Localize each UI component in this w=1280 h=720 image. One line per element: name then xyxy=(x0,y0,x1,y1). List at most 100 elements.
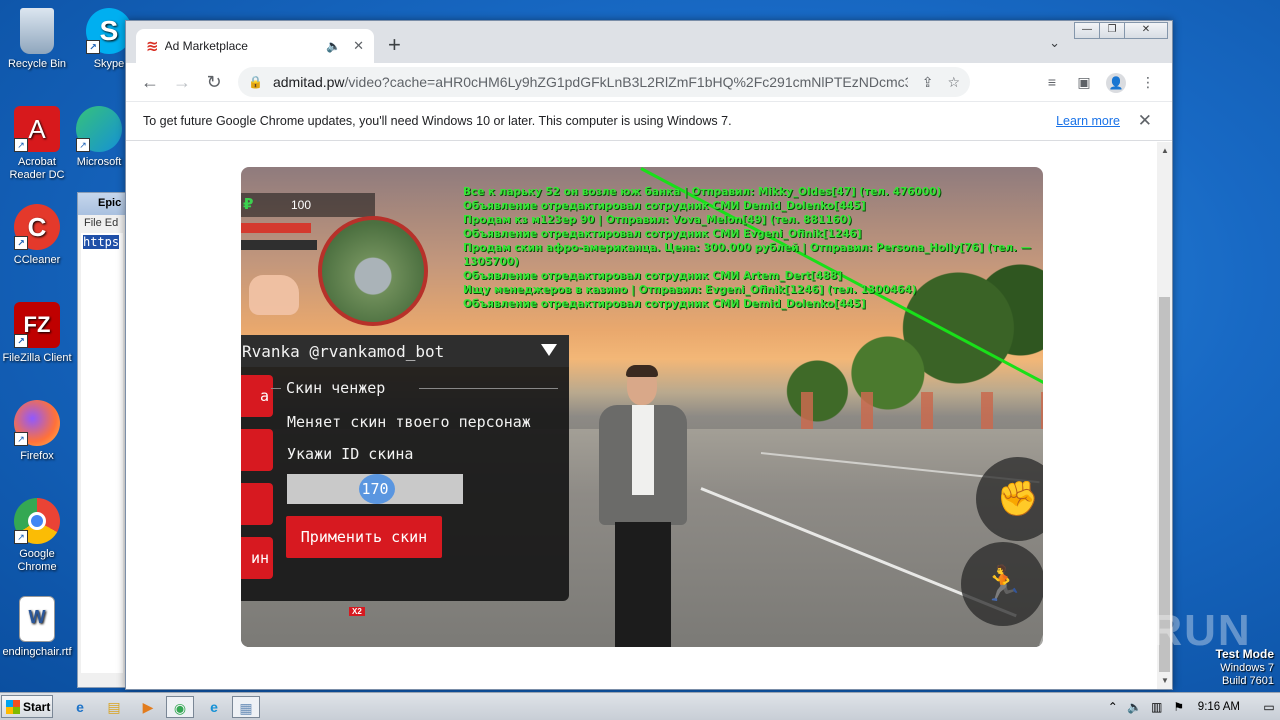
side-menu-button[interactable]: ин xyxy=(241,537,273,579)
address-bar[interactable]: 🔒 admitad.pw/video?cache=aHR0cHM6Ly9hZG1… xyxy=(238,67,970,97)
close-tab-icon[interactable]: ✕ xyxy=(353,38,364,54)
explorer-icon[interactable]: ▤ xyxy=(100,696,128,718)
reload-button[interactable]: ↻ xyxy=(198,66,230,98)
media-player-icon[interactable]: ▶ xyxy=(134,696,162,718)
taskbar: Start e ▤ ▶ ◉ e ▦ ⌃ 🔈 ▥ ⚑ 9:16 AM ▭ xyxy=(0,692,1280,720)
skin-id-label: Укажи ID скина xyxy=(287,445,414,463)
fist-weapon-icon xyxy=(249,275,299,315)
url-text[interactable]: admitad.pw/video?cache=aHR0cHM6Ly9hZG1pd… xyxy=(273,74,908,90)
game-chat: Все к ларьку 52 он возле юж банка | Отпр… xyxy=(463,185,1033,311)
new-tab-button[interactable]: + xyxy=(388,34,401,56)
side-menu-button[interactable]: а xyxy=(241,375,273,417)
start-button[interactable]: Start xyxy=(1,695,53,718)
hud-money: ₽ 100 xyxy=(241,193,375,217)
toolbar-actions: ≡ ▣ 👤 ⋮ xyxy=(1036,68,1164,96)
edge-icon[interactable]: e xyxy=(200,696,228,718)
toolbar: ← → ↻ 🔒 admitad.pw/video?cache=aHR0cHM6L… xyxy=(126,63,1172,101)
chat-line: Объявление отредактировал сотрудник СМИ … xyxy=(463,298,866,310)
maximize-button[interactable]: ❐ xyxy=(1099,22,1125,39)
notepad-title: Epic xyxy=(78,193,126,215)
mod-menu-title: Rvanka @rvankamod_bot xyxy=(242,342,445,361)
lock-icon[interactable]: 🔒 xyxy=(248,75,263,89)
hud-status-bars xyxy=(241,223,317,265)
scroll-up-icon[interactable]: ▲ xyxy=(1161,146,1169,155)
forward-button[interactable]: → xyxy=(166,66,198,98)
volume-icon[interactable]: 🔈 xyxy=(1124,700,1146,714)
ruble-icon: ₽ xyxy=(243,196,254,213)
mod-menu-header[interactable]: Rvanka @rvankamod_bot xyxy=(241,335,569,367)
ie-icon[interactable]: e xyxy=(66,696,94,718)
player-character xyxy=(599,365,689,647)
fence-scenery xyxy=(801,392,1043,432)
window-controls: — ❐ ✕ xyxy=(1074,22,1168,39)
desktop-icon-chrome[interactable]: ↗ Google Chrome xyxy=(0,498,74,574)
word-doc-icon: W xyxy=(19,596,55,642)
page-content: Все к ларьку 52 он возле юж банка | Отпр… xyxy=(126,142,1158,689)
show-desktop-icon[interactable]: ▭ xyxy=(1258,700,1280,714)
chrome-window[interactable]: ≋ Ad Marketplace 🔈 ✕ + ⌄ — ❐ ✕ ← → ↻ 🔒 a… xyxy=(125,20,1173,690)
profile-avatar-icon[interactable]: 👤 xyxy=(1100,68,1132,96)
anyrun-watermark: ANY RUN xyxy=(1038,606,1252,655)
collapse-triangle-icon[interactable] xyxy=(541,344,557,356)
notepad-menu[interactable]: File Ed xyxy=(78,215,126,233)
media-control-icon[interactable]: ≡ xyxy=(1036,68,1068,96)
desktop-icon-ccleaner[interactable]: C ↗ CCleaner xyxy=(0,204,74,267)
back-button[interactable]: ← xyxy=(134,66,166,98)
tray-expand-icon[interactable]: ⌃ xyxy=(1102,700,1124,714)
skin-id-input[interactable]: 170 xyxy=(287,474,463,504)
skin-changer-section-title: Скин ченжер xyxy=(271,379,558,397)
ccleaner-icon: C ↗ xyxy=(14,204,60,250)
chat-line: Объявление отредактировал сотрудник СМИ … xyxy=(463,270,843,282)
minimap[interactable] xyxy=(318,216,428,326)
close-window-button[interactable]: ✕ xyxy=(1124,22,1168,39)
desktop-icon-filezilla[interactable]: FZ ↗ FileZilla Client xyxy=(0,302,74,365)
infobar-close-icon[interactable]: ✕ xyxy=(1138,111,1152,131)
chat-line: Продам кз м123ер 90 | Отправил: Vova_Mel… xyxy=(463,214,852,226)
minimize-button[interactable]: — xyxy=(1074,22,1100,39)
sprint-button[interactable]: 🏃 xyxy=(961,542,1043,626)
desktop-icon-word-doc[interactable]: W endingchair.rtf xyxy=(0,596,74,659)
system-tray: ⌃ 🔈 ▥ ⚑ 9:16 AM ▭ xyxy=(1102,693,1280,720)
money-value: 100 xyxy=(291,198,312,212)
firefox-icon: ↗ xyxy=(14,400,60,446)
apply-skin-button[interactable]: Применить скин xyxy=(286,516,442,558)
side-menu-button[interactable] xyxy=(241,483,273,525)
mod-menu: Rvanka @rvankamod_bot а ин Скин ченжер М… xyxy=(241,335,569,601)
network-icon[interactable]: ▥ xyxy=(1146,700,1168,714)
share-icon[interactable]: ⇪ xyxy=(922,74,934,91)
side-menu-button[interactable] xyxy=(241,429,273,471)
desktop-icon-recycle-bin[interactable]: Recycle Bin xyxy=(0,8,74,71)
chat-line: Объявление отредактировал сотрудник СМИ … xyxy=(463,200,866,212)
acrobat-icon: A ↗ xyxy=(14,106,60,152)
scroll-down-icon[interactable]: ▼ xyxy=(1161,676,1169,685)
skin-description: Меняет скин твоего персонаж xyxy=(287,413,531,431)
chrome-icon[interactable]: ◉ xyxy=(166,696,194,718)
filezilla-icon: FZ ↗ xyxy=(14,302,60,348)
tab-ad-marketplace[interactable]: ≋ Ad Marketplace 🔈 ✕ xyxy=(136,29,374,63)
chat-line: Ищу менеджеров в казино | Отправил: Evge… xyxy=(463,284,917,296)
armor-bar xyxy=(241,240,317,250)
game-video[interactable]: Все к ларьку 52 он возле юж банка | Отпр… xyxy=(241,167,1043,647)
bookmark-star-icon[interactable]: ☆ xyxy=(947,74,960,91)
chat-line: Продам скин афро-американца. Цена: 300.0… xyxy=(463,242,1032,268)
notepad-icon[interactable]: ▦ xyxy=(232,696,260,718)
learn-more-link[interactable]: Learn more xyxy=(1056,114,1120,128)
tab-title: Ad Marketplace xyxy=(164,39,248,53)
clock[interactable]: 9:16 AM xyxy=(1198,701,1240,713)
menu-kebab-icon[interactable]: ⋮ xyxy=(1132,68,1164,96)
favicon-icon: ≋ xyxy=(146,38,159,55)
infobar-message: To get future Google Chrome updates, you… xyxy=(143,114,732,128)
action-center-flag-icon[interactable]: ⚑ xyxy=(1168,700,1190,714)
notepad-text[interactable]: https xyxy=(81,233,123,673)
x2-badge: X2 xyxy=(349,607,365,616)
desktop-icon-firefox[interactable]: ↗ Firefox xyxy=(0,400,74,463)
update-infobar: To get future Google Chrome updates, you… xyxy=(126,101,1172,141)
recycle-bin-icon xyxy=(20,8,54,54)
notepad-window[interactable]: Epic File Ed https xyxy=(77,192,127,688)
edge-icon: ↗ xyxy=(76,106,122,152)
chat-line: Все к ларьку 52 он возле юж банка | Отпр… xyxy=(463,186,942,198)
speaker-icon[interactable]: 🔈 xyxy=(326,39,341,53)
chrome-icon: ↗ xyxy=(14,498,60,544)
tab-search-icon[interactable]: ⌄ xyxy=(1049,35,1060,51)
side-panel-icon[interactable]: ▣ xyxy=(1068,68,1100,96)
